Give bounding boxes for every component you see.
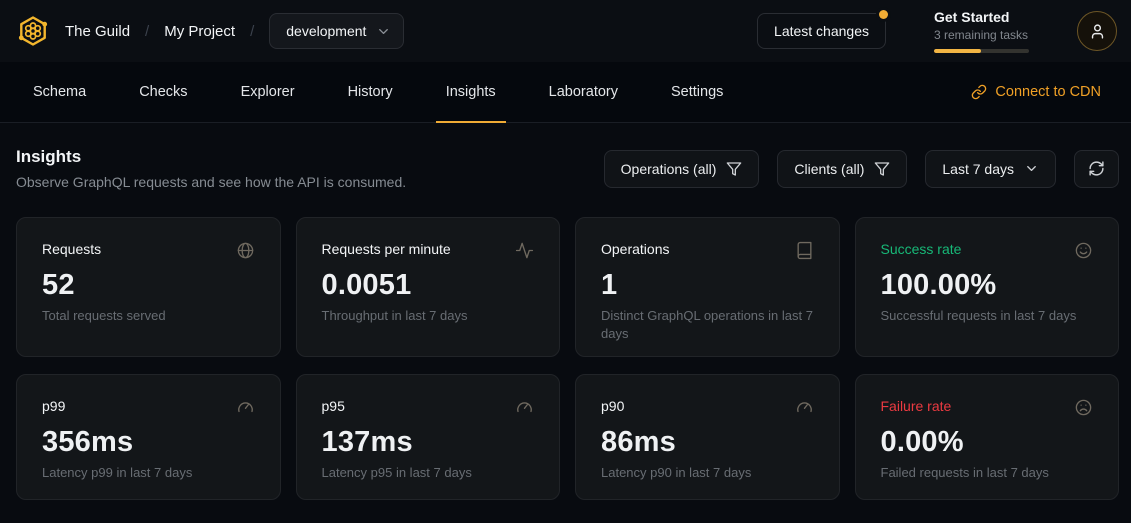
card-title: Operations: [601, 241, 669, 257]
chevron-down-icon: [376, 24, 391, 39]
stat-card-failure-rate: Failure rate 0.00% Failed requests in la…: [855, 374, 1120, 500]
clients-filter-label: Clients (all): [794, 161, 864, 177]
stat-card-p95: p95 137ms Latency p95 in last 7 days: [296, 374, 561, 500]
target-select-value: development: [286, 23, 366, 39]
refresh-icon: [1088, 160, 1105, 177]
card-subtitle: Throughput in last 7 days: [322, 307, 535, 325]
card-title: p90: [601, 398, 624, 414]
avatar[interactable]: [1077, 11, 1117, 51]
breadcrumb-org[interactable]: The Guild: [65, 23, 130, 40]
latest-changes-button[interactable]: Latest changes: [757, 13, 886, 49]
filter-icon: [726, 161, 742, 177]
card-title: Requests: [42, 241, 101, 257]
card-value: 137ms: [322, 426, 535, 459]
tab-history[interactable]: History: [338, 62, 403, 122]
gauge-icon: [515, 398, 534, 417]
get-started-progress-fill: [934, 49, 981, 53]
card-value: 52: [42, 269, 255, 302]
connect-cdn-label: Connect to CDN: [995, 84, 1101, 100]
operations-filter-label: Operations (all): [621, 161, 717, 177]
clients-filter-button[interactable]: Clients (all): [777, 150, 907, 188]
tab-checks[interactable]: Checks: [129, 62, 197, 122]
user-icon: [1089, 23, 1106, 40]
stat-card-operations: Operations 1 Distinct GraphQL operations…: [575, 217, 840, 357]
tab-label: Settings: [671, 84, 723, 100]
card-value: 0.00%: [881, 426, 1094, 459]
tab-settings[interactable]: Settings: [661, 62, 733, 122]
card-subtitle: Latency p99 in last 7 days: [42, 464, 255, 482]
tab-label: Explorer: [241, 84, 295, 100]
top-header: The Guild / My Project / development Lat…: [0, 0, 1131, 62]
link-icon: [971, 84, 987, 100]
stat-card-p99: p99 356ms Latency p99 in last 7 days: [16, 374, 281, 500]
book-icon: [795, 241, 814, 260]
card-value: 356ms: [42, 426, 255, 459]
card-title: p95: [322, 398, 345, 414]
operations-filter-button[interactable]: Operations (all): [604, 150, 760, 188]
gauge-icon: [236, 398, 255, 417]
tab-explorer[interactable]: Explorer: [231, 62, 305, 122]
frown-icon: [1074, 398, 1093, 417]
latest-changes-label: Latest changes: [774, 23, 869, 39]
card-subtitle: Latency p90 in last 7 days: [601, 464, 814, 482]
card-title: Success rate: [881, 241, 962, 257]
date-range-label: Last 7 days: [942, 161, 1014, 177]
stat-card-success-rate: Success rate 100.00% Successful requests…: [855, 217, 1120, 357]
breadcrumb-project[interactable]: My Project: [164, 23, 235, 40]
page-title: Insights: [16, 147, 406, 167]
tab-laboratory[interactable]: Laboratory: [539, 62, 628, 122]
tab-label: Checks: [139, 84, 187, 100]
notification-dot-icon: [879, 10, 888, 19]
stats-grid: Requests 52 Total requests served Reques…: [16, 217, 1119, 500]
tab-insights[interactable]: Insights: [436, 62, 506, 122]
insights-page: Insights Observe GraphQL requests and se…: [0, 123, 1131, 500]
get-started-widget[interactable]: Get Started 3 remaining tasks: [934, 9, 1029, 53]
tab-label: Insights: [446, 84, 496, 100]
card-value: 86ms: [601, 426, 814, 459]
card-subtitle: Distinct GraphQL operations in last 7 da…: [601, 307, 814, 342]
card-title: p99: [42, 398, 65, 414]
tab-schema[interactable]: Schema: [23, 62, 96, 122]
nav-tabs: Schema Checks Explorer History Insights …: [23, 62, 766, 122]
card-subtitle: Successful requests in last 7 days: [881, 307, 1094, 325]
card-value: 0.0051: [322, 269, 535, 302]
tab-label: Laboratory: [549, 84, 618, 100]
card-subtitle: Latency p95 in last 7 days: [322, 464, 535, 482]
card-subtitle: Total requests served: [42, 307, 255, 325]
breadcrumb: The Guild / My Project / development: [16, 13, 404, 49]
project-navbar: Schema Checks Explorer History Insights …: [0, 62, 1131, 123]
filter-icon: [874, 161, 890, 177]
connect-cdn-link[interactable]: Connect to CDN: [971, 84, 1101, 100]
tab-label: Schema: [33, 84, 86, 100]
get-started-subtitle: 3 remaining tasks: [934, 28, 1029, 42]
globe-icon: [236, 241, 255, 260]
get-started-title: Get Started: [934, 9, 1029, 27]
page-subtitle: Observe GraphQL requests and see how the…: [16, 174, 406, 190]
card-value: 100.00%: [881, 269, 1094, 302]
tab-label: History: [348, 84, 393, 100]
breadcrumb-separator: /: [145, 23, 149, 40]
card-title: Requests per minute: [322, 241, 451, 257]
gauge-icon: [795, 398, 814, 417]
target-select[interactable]: development: [269, 13, 404, 49]
breadcrumb-separator: /: [250, 23, 254, 40]
card-subtitle: Failed requests in last 7 days: [881, 464, 1094, 482]
get-started-progressbar: [934, 49, 1029, 53]
app-root: The Guild / My Project / development Lat…: [0, 0, 1131, 500]
refresh-button[interactable]: [1074, 150, 1119, 188]
guild-logo-icon[interactable]: [16, 14, 50, 48]
date-range-select[interactable]: Last 7 days: [925, 150, 1056, 188]
card-value: 1: [601, 269, 814, 302]
chevron-down-icon: [1024, 161, 1039, 176]
header-actions: Latest changes Get Started 3 remaining t…: [757, 9, 1117, 53]
stat-card-p90: p90 86ms Latency p90 in last 7 days: [575, 374, 840, 500]
card-title: Failure rate: [881, 398, 952, 414]
stat-card-requests: Requests 52 Total requests served: [16, 217, 281, 357]
filters-toolbar: Operations (all) Clients (all) Last 7 da…: [604, 150, 1119, 188]
smile-icon: [1074, 241, 1093, 260]
stat-card-requests-per-minute: Requests per minute 0.0051 Throughput in…: [296, 217, 561, 357]
activity-icon: [515, 241, 534, 260]
